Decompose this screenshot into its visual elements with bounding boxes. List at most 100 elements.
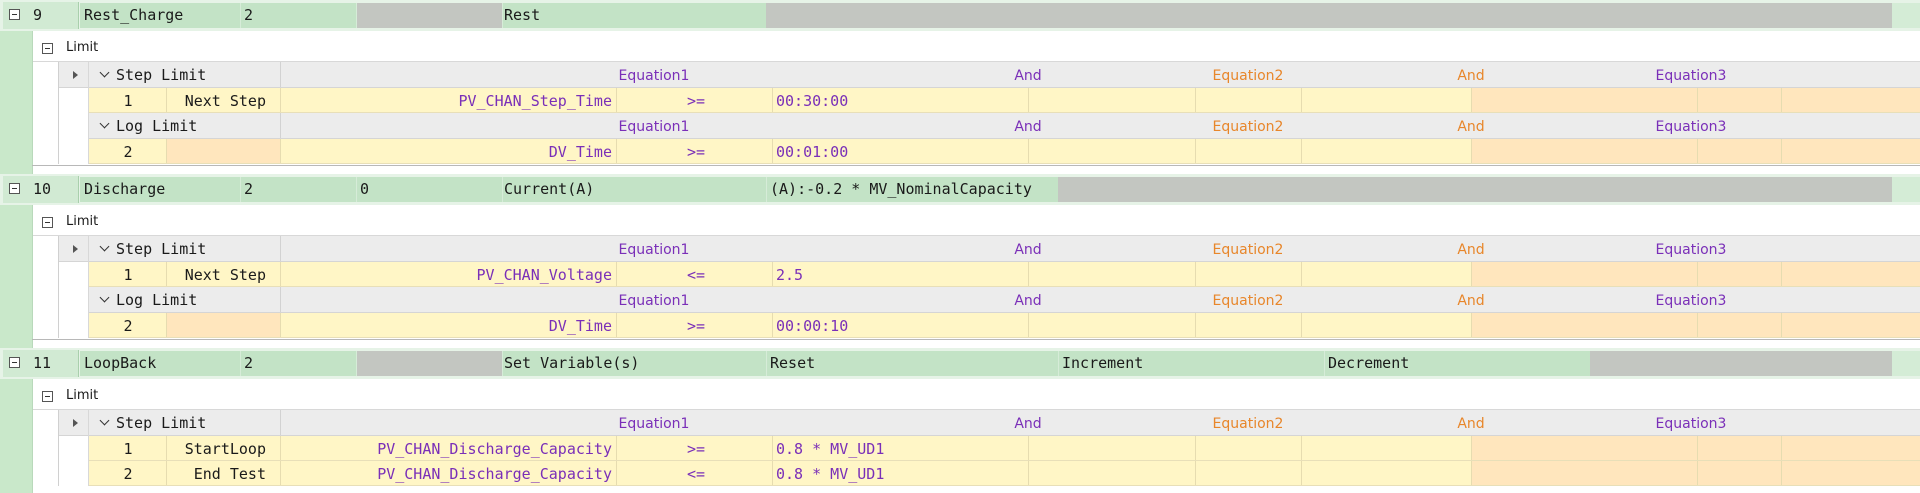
equation1-header: Equation1 bbox=[618, 416, 690, 432]
column-divider bbox=[58, 62, 59, 164]
limit-variable: DV_Time bbox=[548, 317, 612, 335]
limit-operator: <= bbox=[686, 266, 706, 284]
goto-cell-empty[interactable] bbox=[166, 313, 280, 338]
column-divider bbox=[772, 139, 773, 164]
column-divider bbox=[88, 236, 89, 338]
limit-title: Limit bbox=[66, 388, 99, 403]
equation1-header: Equation1 bbox=[618, 68, 690, 84]
column-divider bbox=[1195, 313, 1196, 338]
limit-value: 0.8 * MV_UD1 bbox=[776, 465, 885, 483]
column-divider bbox=[166, 313, 167, 338]
step-row-end bbox=[1892, 351, 1920, 376]
column-divider bbox=[772, 436, 773, 461]
column-divider bbox=[78, 2, 79, 29]
and-header: And bbox=[1457, 242, 1485, 258]
collapse-limit-icon[interactable] bbox=[42, 391, 53, 402]
and-header: And bbox=[1014, 242, 1042, 258]
and-header: And bbox=[1457, 293, 1485, 309]
equation3-cells[interactable] bbox=[1471, 313, 1920, 338]
step-row-end bbox=[1892, 3, 1920, 28]
column-divider bbox=[616, 436, 617, 461]
equation3-cells[interactable] bbox=[1471, 461, 1920, 486]
column-divider bbox=[1301, 88, 1302, 113]
column-divider bbox=[1781, 313, 1782, 338]
collapse-limit-icon[interactable] bbox=[42, 217, 53, 228]
limit-row-number: 1 bbox=[123, 92, 133, 110]
and-header: And bbox=[1457, 416, 1485, 432]
limit-operator: >= bbox=[686, 440, 706, 458]
equation3-cells[interactable] bbox=[1471, 262, 1920, 287]
limit-value: 00:00:10 bbox=[776, 317, 849, 335]
column-divider bbox=[1195, 461, 1196, 486]
equation3-cells[interactable] bbox=[1471, 139, 1920, 164]
goto-cell-empty[interactable] bbox=[166, 139, 280, 164]
column-divider bbox=[1028, 262, 1029, 287]
column-divider bbox=[280, 262, 281, 287]
column-divider bbox=[240, 3, 241, 28]
column-divider bbox=[1324, 351, 1325, 376]
column-divider bbox=[1781, 262, 1782, 287]
equation3-header: Equation3 bbox=[1655, 293, 1727, 309]
equation3-header: Equation3 bbox=[1655, 119, 1727, 135]
column-divider bbox=[78, 350, 79, 377]
step-name: Discharge bbox=[84, 180, 166, 198]
collapse-step-icon[interactable] bbox=[9, 9, 20, 20]
limit-row-number: 2 bbox=[123, 317, 133, 335]
limit-row-number: 2 bbox=[123, 465, 133, 483]
column-divider bbox=[1697, 139, 1698, 164]
collapse-step-icon[interactable] bbox=[9, 357, 20, 368]
column-divider bbox=[1781, 436, 1782, 461]
column-divider bbox=[1301, 461, 1302, 486]
column-divider bbox=[1195, 88, 1196, 113]
limit-variable: PV_CHAN_Discharge_Capacity bbox=[377, 465, 612, 483]
limit-goto: Next Step bbox=[184, 266, 266, 284]
limit-goto: End Test bbox=[193, 465, 266, 483]
column-divider bbox=[1301, 436, 1302, 461]
column-divider bbox=[58, 410, 59, 486]
column-divider bbox=[166, 139, 167, 164]
and-header: And bbox=[1014, 68, 1042, 84]
collapse-limit-icon[interactable] bbox=[42, 43, 53, 54]
column-divider bbox=[1028, 88, 1029, 113]
and-header: And bbox=[1014, 416, 1042, 432]
column-divider bbox=[1195, 262, 1196, 287]
step-indent-strip bbox=[0, 379, 32, 493]
step-indent-strip bbox=[0, 31, 32, 174]
expand-arrow-icon[interactable] bbox=[73, 419, 78, 427]
step-number: 9 bbox=[33, 6, 43, 24]
limit-variable: PV_CHAN_Step_Time bbox=[458, 92, 612, 110]
column-divider bbox=[1471, 461, 1472, 486]
equation3-header: Equation3 bbox=[1655, 68, 1727, 84]
column-divider bbox=[32, 379, 33, 493]
column-divider bbox=[502, 3, 503, 28]
equation2-header: Equation2 bbox=[1212, 293, 1284, 309]
step-name: Rest_Charge bbox=[84, 6, 184, 24]
column-divider bbox=[1697, 88, 1698, 113]
collapse-step-icon[interactable] bbox=[9, 183, 20, 194]
step-increment: Increment bbox=[1062, 354, 1144, 372]
column-divider bbox=[1301, 139, 1302, 164]
equation1-header: Equation1 bbox=[618, 242, 690, 258]
column-divider bbox=[616, 262, 617, 287]
step-set-variables: Set Variable(s) bbox=[504, 354, 640, 372]
column-divider bbox=[280, 62, 281, 88]
limit-row-number: 1 bbox=[123, 266, 133, 284]
column-divider bbox=[772, 461, 773, 486]
column-divider bbox=[766, 177, 767, 202]
column-divider bbox=[78, 176, 79, 203]
expand-arrow-icon[interactable] bbox=[73, 71, 78, 79]
column-divider bbox=[32, 31, 33, 174]
column-divider bbox=[1301, 262, 1302, 287]
grid-gutter bbox=[58, 88, 88, 164]
column-divider bbox=[1781, 461, 1782, 486]
column-divider bbox=[88, 410, 89, 486]
column-divider bbox=[1471, 313, 1472, 338]
step-ctrl-type: Current(A) bbox=[504, 180, 595, 198]
limit-value: 00:01:00 bbox=[776, 143, 849, 161]
column-divider bbox=[1195, 436, 1196, 461]
equation3-header: Equation3 bbox=[1655, 416, 1727, 432]
equation3-cells[interactable] bbox=[1471, 436, 1920, 461]
equation3-cells[interactable] bbox=[1471, 88, 1920, 113]
limit-variable: DV_Time bbox=[548, 143, 612, 161]
expand-arrow-icon[interactable] bbox=[73, 245, 78, 253]
